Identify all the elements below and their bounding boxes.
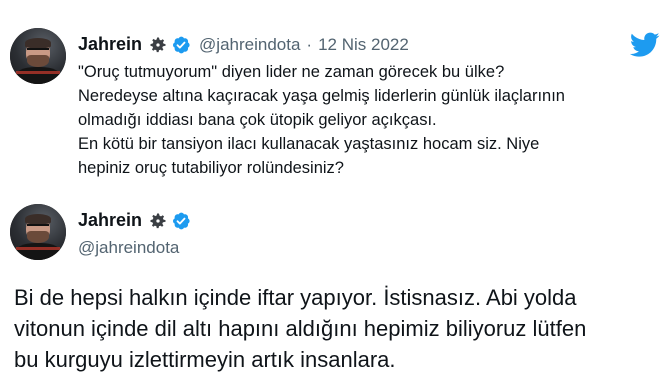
verified-badge-icon [173, 36, 190, 53]
tweet-text: "Oruç tutmuyorum" diyen lider ne zaman g… [78, 60, 658, 180]
avatar[interactable] [10, 28, 66, 84]
gear-icon [150, 213, 166, 228]
tweet-line: Neredeyse altına kaçıracak yaşa gelmiş l… [78, 87, 565, 105]
author-name[interactable]: Jahrein [78, 34, 142, 55]
tweet-line: hepiniz oruç tutabiliyor rolündesiniz? [78, 159, 344, 177]
separator-dot: · [306, 34, 313, 54]
tweet-line: En kötü bir tansiyon ilacı kullanacak ya… [78, 135, 540, 153]
author-handle[interactable]: @jahreindota [199, 35, 300, 55]
tweet-line: olmadığı iddiası bana çok ütopik geliyor… [78, 111, 437, 129]
tweet-header: Jahrein @jahreindota · 12 Nis 2022 [78, 34, 409, 55]
twitter-bird-icon[interactable] [630, 32, 660, 58]
verified-badge-icon [173, 212, 190, 229]
tweet-line: "Oruç tutmuyorum" diyen lider ne zaman g… [78, 63, 505, 81]
tweet-line: bu kurguyu izlettirmeyin artık insanlara… [14, 347, 396, 372]
gear-icon [150, 37, 166, 52]
avatar[interactable] [10, 204, 66, 260]
quoted-tweet[interactable]: Jahrein @jahreindota · 12 Nis 2022 "Oruç… [0, 0, 672, 200]
tweet-line: Bi de hepsi halkın içinde iftar yapıyor.… [14, 285, 577, 310]
author-handle[interactable]: @jahreindota [78, 238, 179, 258]
tweet-line: vitonun içinde dil altı hapını aldığını … [14, 316, 587, 341]
tweet-date[interactable]: 12 Nis 2022 [318, 35, 409, 55]
tweet-header: Jahrein [78, 210, 191, 231]
tweet-text: Bi de hepsi halkın içinde iftar yapıyor.… [14, 282, 664, 375]
author-name[interactable]: Jahrein [78, 210, 142, 231]
